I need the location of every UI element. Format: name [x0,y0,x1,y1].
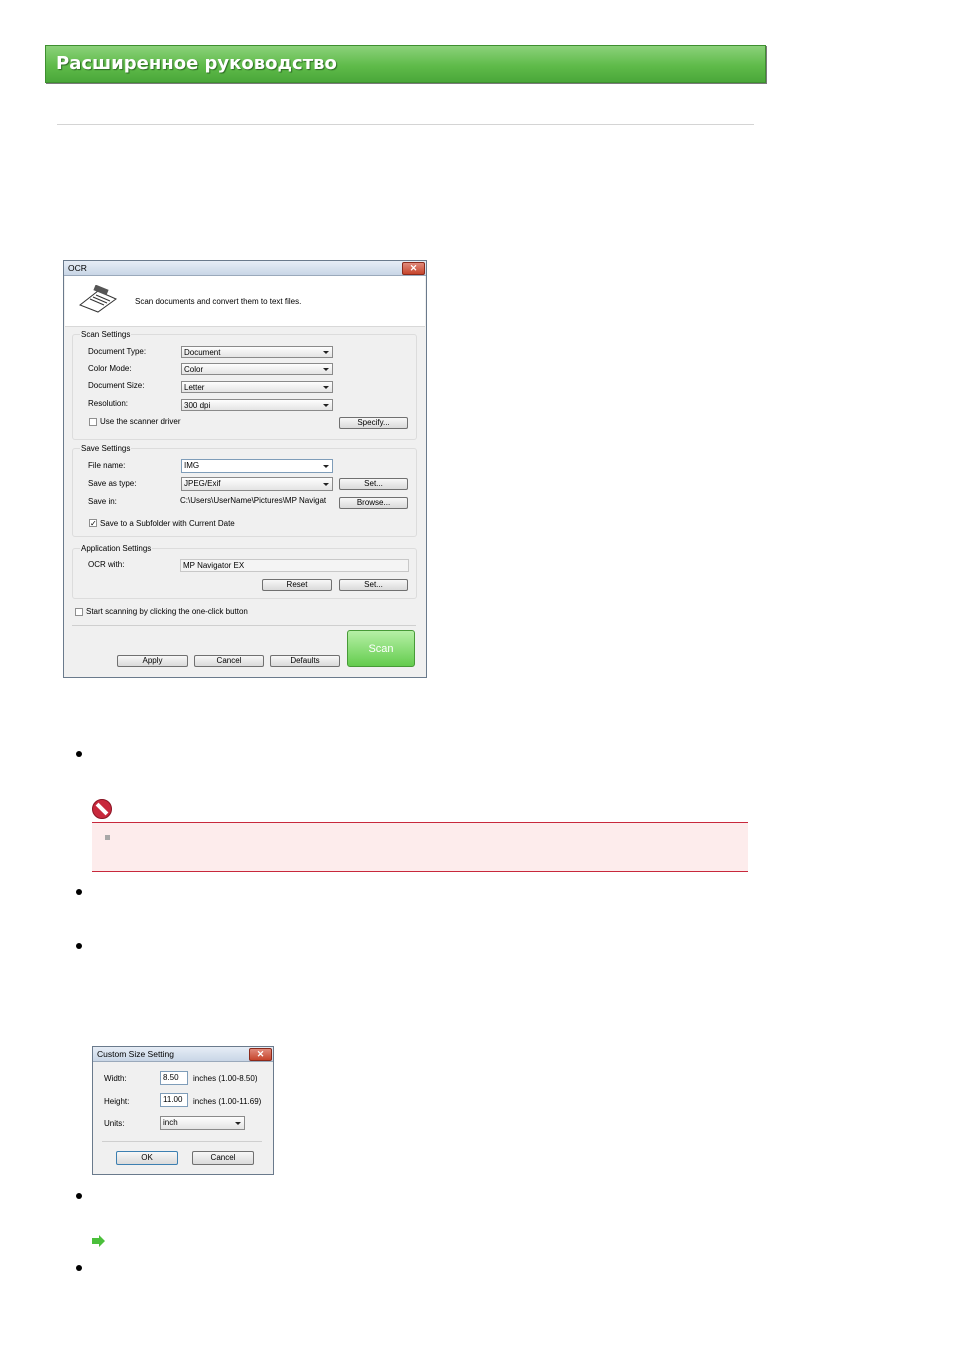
bullet [76,1265,82,1271]
divider [57,124,754,125]
use-scanner-driver-checkbox[interactable] [89,418,97,426]
ocr-dialog-titlebar: OCR ✕ [64,261,426,276]
document-size-value: Letter [184,383,205,392]
application-set-button[interactable]: Set... [339,579,408,591]
file-name-label: File name: [88,461,126,470]
subfolder-checkbox[interactable]: ✓ [89,519,97,528]
chevron-down-icon [323,368,329,371]
document-type-value: Document [184,348,221,357]
banner-title: Расширенное руководство [56,53,337,74]
resolution-value: 300 dpi [184,401,211,410]
cancel-button[interactable]: Cancel [194,655,264,667]
scanner-document-icon [78,284,118,315]
chevron-down-icon [323,351,329,354]
scan-button[interactable]: Scan [347,630,415,667]
button-separator [72,625,416,626]
chevron-down-icon [323,386,329,389]
ocr-with-label: OCR with: [88,560,125,569]
application-settings-heading: Application Settings [80,544,153,553]
width-input[interactable]: 8.50 [160,1071,188,1085]
resolution-select[interactable]: 300 dpi [181,399,333,411]
resolution-label: Resolution: [88,399,129,408]
page-banner: Расширенное руководство [45,45,766,83]
height-range: inches (1.00-11.69) [193,1097,262,1106]
document-type-label: Document Type: [88,347,147,356]
width-range: inches (1.00-8.50) [193,1074,258,1083]
save-type-set-button[interactable]: Set... [339,478,408,490]
ocr-dialog-header: Scan documents and convert them to text … [65,276,425,327]
file-name-value: IMG [184,461,200,470]
ocr-with-value: MP Navigator EX [183,561,245,570]
ocr-dialog: OCR ✕ Scan documents and convert them to… [63,260,427,678]
document-size-select[interactable]: Letter [181,381,333,393]
chevron-down-icon [323,465,329,468]
custom-size-titlebar: Custom Size Setting ✕ [93,1047,273,1062]
color-mode-select[interactable]: Color [181,363,333,375]
important-icon [92,799,112,819]
height-input[interactable]: 11.00 [160,1093,188,1107]
chevron-down-icon [323,404,329,407]
save-in-path: C:\Users\UserName\Pictures\MP Navigat [180,496,327,505]
ocr-with-field: MP Navigator EX [180,559,409,572]
note-bullet [105,835,110,840]
bullet [76,1193,82,1199]
bullet [76,751,82,757]
file-name-input[interactable]: IMG [181,459,333,473]
document-size-label: Document Size: [88,381,145,390]
link-arrow-icon[interactable] [92,1232,106,1251]
document-type-select[interactable]: Document [181,346,333,358]
save-settings-heading: Save Settings [80,444,132,453]
color-mode-label: Color Mode: [88,364,132,373]
bullet [76,943,82,949]
browse-button[interactable]: Browse... [339,497,408,509]
defaults-button[interactable]: Defaults [270,655,340,667]
close-icon[interactable]: ✕ [249,1048,272,1061]
units-value: inch [163,1118,178,1127]
use-scanner-driver-label: Use the scanner driver [100,417,181,426]
height-label: Height: [104,1097,130,1106]
chevron-down-icon [235,1122,241,1125]
reset-button[interactable]: Reset [262,579,332,591]
specify-button[interactable]: Specify... [339,417,408,429]
custom-size-title: Custom Size Setting [97,1049,175,1059]
one-click-checkbox[interactable] [75,608,83,616]
width-label: Width: [104,1074,127,1083]
important-note [92,822,748,872]
custom-size-cancel-button[interactable]: Cancel [192,1151,254,1165]
subfolder-label: Save to a Subfolder with Current Date [100,519,235,528]
chevron-down-icon [323,483,329,486]
apply-button[interactable]: Apply [117,655,188,667]
application-settings-group [72,548,417,599]
dialog-separator [102,1141,262,1142]
units-label: Units: [104,1119,125,1128]
one-click-label: Start scanning by clicking the one-click… [86,607,248,616]
custom-size-dialog: Custom Size Setting ✕ Width: 8.50 inches… [92,1046,274,1175]
save-in-label: Save in: [88,497,117,506]
ok-button[interactable]: OK [116,1151,178,1165]
ocr-description: Scan documents and convert them to text … [135,297,302,306]
units-select[interactable]: inch [160,1116,245,1130]
save-as-type-select[interactable]: JPEG/Exif [181,477,333,491]
scan-settings-heading: Scan Settings [80,330,132,339]
ocr-dialog-title: OCR [68,263,87,273]
close-icon[interactable]: ✕ [402,262,425,275]
save-as-type-value: JPEG/Exif [184,479,221,488]
save-as-type-label: Save as type: [88,479,137,488]
color-mode-value: Color [184,365,204,374]
bullet [76,889,82,895]
